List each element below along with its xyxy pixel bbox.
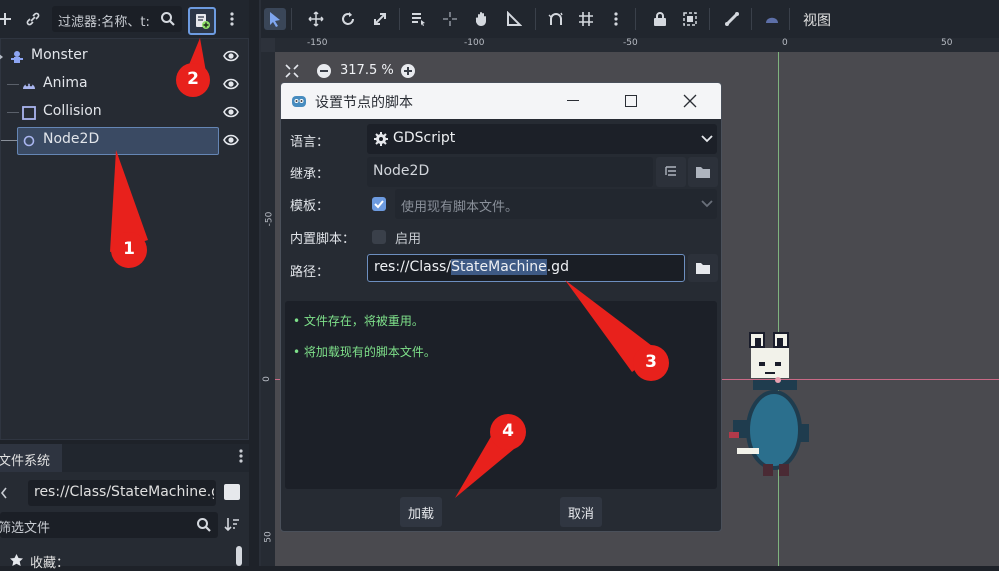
annotation-number: 2: [187, 69, 199, 89]
annotation-number: 1: [123, 239, 135, 259]
annotation-number: 3: [645, 352, 657, 372]
annotation-arrows: [110, 38, 669, 498]
annotation-number: 4: [502, 421, 514, 441]
